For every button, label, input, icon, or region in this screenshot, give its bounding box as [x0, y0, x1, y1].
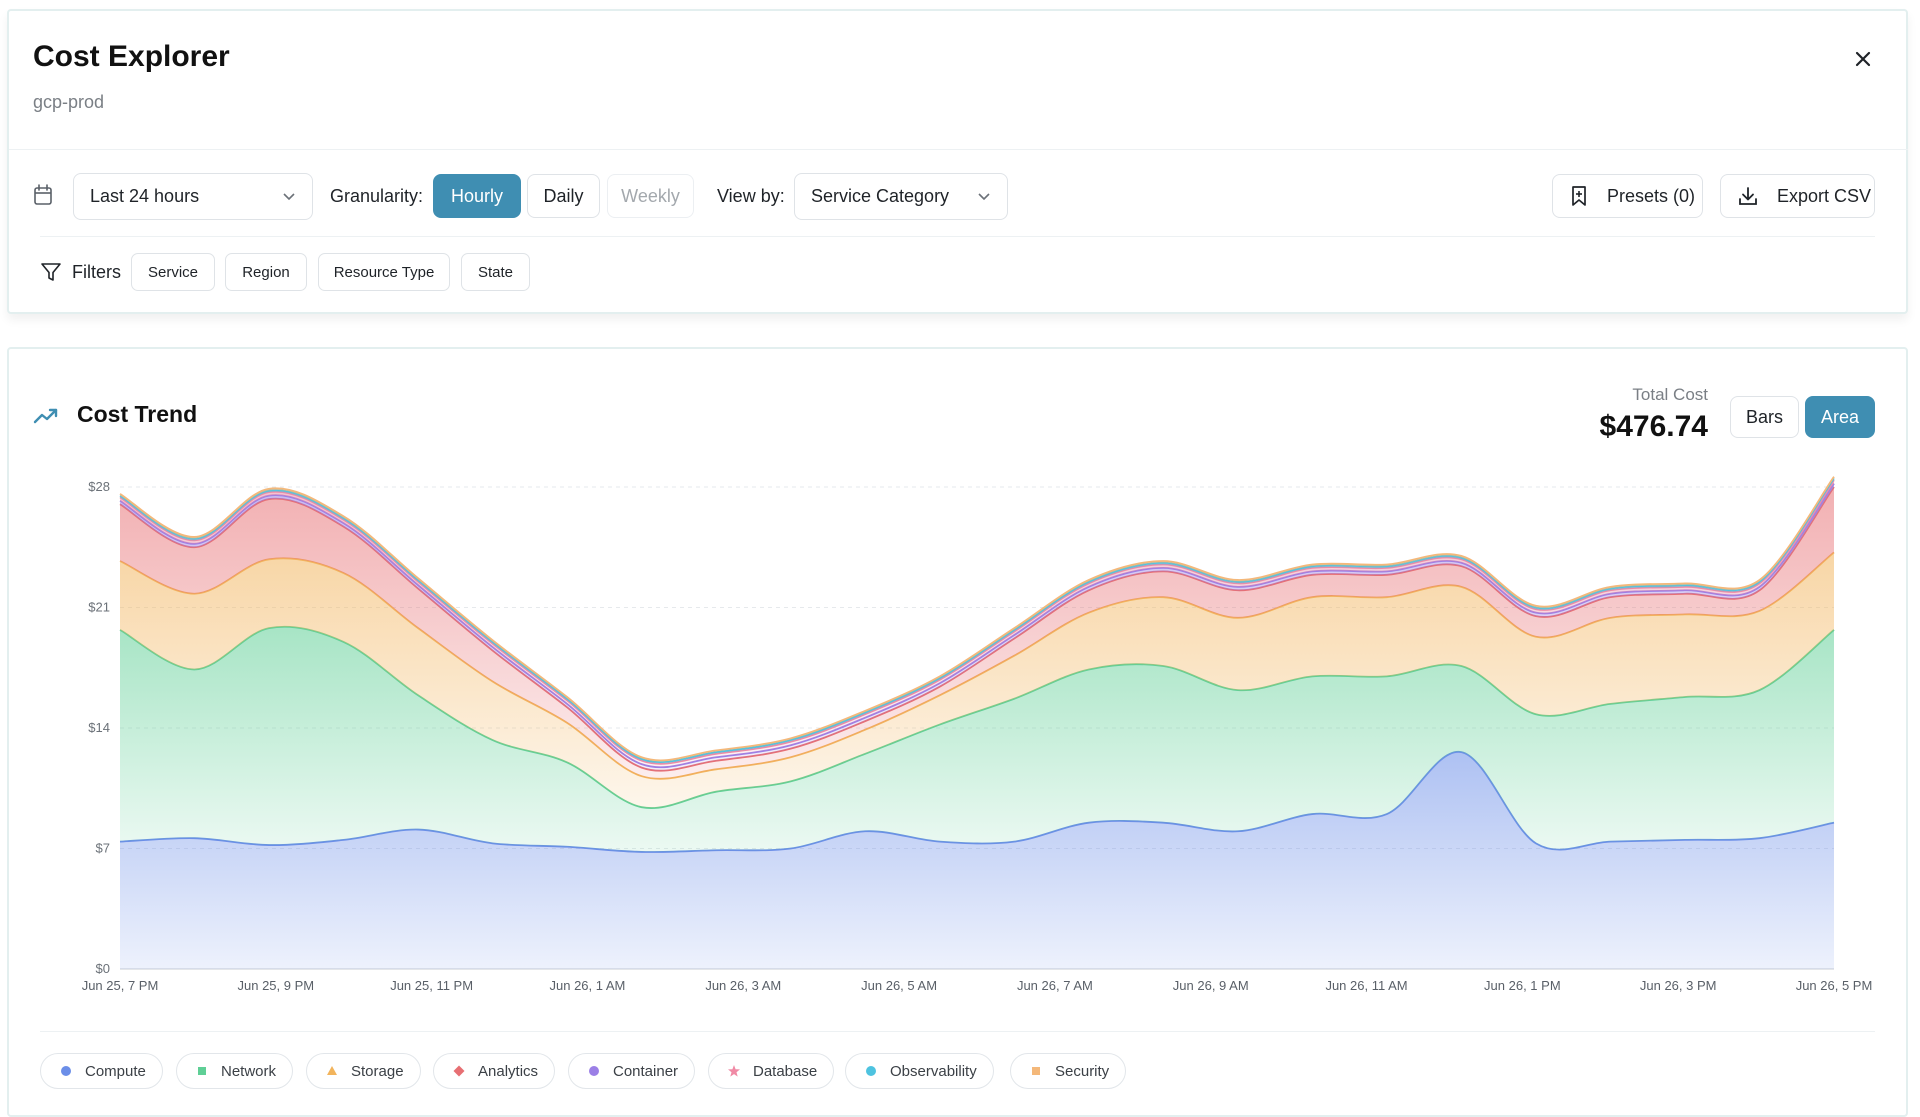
x-tick-label: Jun 26, 11 AM [1325, 978, 1407, 993]
legend-label: Container [613, 1062, 679, 1080]
chart-title: Cost Trend [77, 401, 198, 427]
legend-item-database[interactable]: Database [708, 1053, 835, 1089]
legend-item-container[interactable]: Container [568, 1053, 696, 1089]
bookmark-icon [1572, 186, 1586, 206]
account-subtitle: gcp-prod [33, 92, 105, 112]
close-button[interactable] [1846, 42, 1880, 76]
x-tick-label: Jun 26, 3 PM [1640, 978, 1717, 993]
circle-marker-icon [61, 1066, 71, 1076]
legend-item-compute[interactable]: Compute [40, 1053, 163, 1089]
diamond-marker-icon [453, 1065, 465, 1077]
x-tick-label: Jun 26, 3 AM [705, 978, 781, 993]
legend-item-network[interactable]: Network [176, 1053, 294, 1089]
square-marker-icon [198, 1067, 206, 1075]
presets-button[interactable]: Presets (0) [1552, 174, 1703, 218]
x-tick-label: Jun 26, 5 AM [861, 978, 937, 993]
time-range-value: Last 24 hours [90, 186, 200, 206]
x-tick-label: Jun 25, 9 PM [238, 978, 315, 993]
square-marker-icon [1032, 1067, 1040, 1075]
y-tick-label: $7 [96, 841, 110, 856]
x-tick-label: Jun 25, 7 PM [82, 978, 159, 993]
circle-marker-icon [866, 1066, 876, 1076]
filter-service[interactable]: Service [131, 253, 215, 291]
total-cost-value: $476.74 [1599, 410, 1708, 443]
filters-label: Filters [72, 262, 121, 282]
time-range-select[interactable]: Last 24 hours [73, 173, 313, 220]
presets-label: Presets (0) [1607, 185, 1696, 206]
mode-area-button[interactable]: Area [1805, 396, 1875, 438]
legend-label: Observability [890, 1062, 977, 1080]
legend-label: Compute [85, 1062, 146, 1080]
divider [40, 1031, 1875, 1032]
y-tick-label: $0 [96, 961, 110, 976]
total-cost-label: Total Cost [1632, 385, 1708, 404]
divider [9, 149, 1908, 150]
granularity-hourly[interactable]: Hourly [433, 174, 521, 218]
legend-label: Network [221, 1062, 277, 1080]
granularity-label: Granularity: [330, 186, 424, 206]
y-tick-label: $28 [88, 479, 110, 494]
calendar-icon [33, 183, 53, 212]
x-tick-label: Jun 26, 1 PM [1484, 978, 1561, 993]
legend-label: Security [1055, 1062, 1110, 1080]
y-tick-label: $21 [88, 600, 110, 615]
divider [40, 236, 1875, 237]
download-icon [1739, 187, 1757, 205]
circle-marker-icon [589, 1066, 599, 1076]
legend-label: Analytics [478, 1062, 539, 1080]
export-csv-label: Export CSV [1777, 185, 1872, 206]
legend-item-analytics[interactable]: Analytics [433, 1053, 556, 1089]
viewby-select[interactable]: Service Category [794, 173, 1008, 220]
chevron-down-icon [978, 192, 990, 200]
page-title: Cost Explorer [33, 40, 230, 73]
legend-label: Database [753, 1062, 818, 1080]
viewby-label: View by: [717, 186, 785, 206]
triangle-marker-icon [327, 1066, 337, 1075]
legend-label: Storage [351, 1062, 404, 1080]
filter-region[interactable]: Region [225, 253, 307, 291]
star-marker-icon [728, 1065, 740, 1077]
filter-state[interactable]: State [461, 253, 530, 291]
granularity-weekly[interactable]: Weekly [607, 174, 694, 218]
filter-resource-type[interactable]: Resource Type [318, 253, 450, 291]
mode-bars-button[interactable]: Bars [1730, 396, 1799, 438]
x-tick-label: Jun 26, 5 PM [1796, 978, 1873, 993]
trending-up-icon [33, 408, 58, 424]
x-tick-label: Jun 25, 11 PM [390, 978, 473, 993]
chevron-down-icon [283, 192, 295, 200]
granularity-daily[interactable]: Daily [527, 174, 600, 218]
filter-icon [41, 263, 61, 281]
legend-item-security[interactable]: Security [1010, 1053, 1127, 1089]
legend-item-observability[interactable]: Observability [845, 1053, 994, 1089]
close-icon [1855, 51, 1871, 67]
viewby-value: Service Category [811, 186, 950, 206]
x-tick-label: Jun 26, 1 AM [550, 978, 626, 993]
cost-trend-chart: $0 $7 $14 $21 $28 Jun 25, 7 PM Jun 25, 9 PM Jun… [82, 476, 1873, 993]
y-tick-label: $14 [88, 720, 110, 735]
legend-item-storage[interactable]: Storage [306, 1053, 421, 1089]
x-tick-label: Jun 26, 9 AM [1173, 978, 1249, 993]
x-tick-label: Jun 26, 7 AM [1017, 978, 1093, 993]
export-csv-button[interactable]: Export CSV [1720, 174, 1875, 218]
